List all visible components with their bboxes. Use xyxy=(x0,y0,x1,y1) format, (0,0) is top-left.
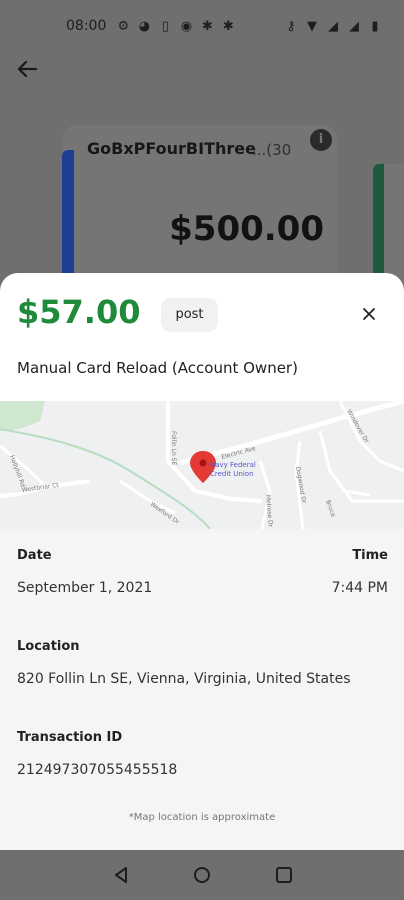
location-value: 820 Follin Ln SE, Vienna, Virginia, Unit… xyxy=(17,671,351,687)
status-icons-right: ⚷ ▼ ◢ ◢ ▮ xyxy=(284,19,382,33)
transaction-id-label: Transaction ID xyxy=(17,730,123,745)
battery-icon: ▮ xyxy=(371,18,379,34)
map-place-label-1: Navy Federal xyxy=(210,461,256,469)
transaction-sheet: $57.00 post Manual Card Reload (Account … xyxy=(0,273,404,850)
status-time: 08:00 xyxy=(66,18,107,34)
sim-icon: ▯ xyxy=(161,18,169,34)
info-icon[interactable]: i xyxy=(310,129,332,151)
recents-nav-icon[interactable] xyxy=(273,864,295,886)
transaction-description: Manual Card Reload (Account Owner) xyxy=(17,359,298,377)
date-value: September 1, 2021 xyxy=(17,580,153,596)
location-label: Location xyxy=(17,639,80,654)
close-icon[interactable] xyxy=(358,303,380,325)
android-icon: ✱ xyxy=(201,18,213,34)
gear-icon: ⚙ xyxy=(117,18,130,34)
status-icons-left: ⚙ ◕ ▯ ◉ ✱ ✱ xyxy=(116,19,235,33)
transaction-id-value: 212497307055455518 xyxy=(17,762,178,778)
card-number-suffix: ...(30 xyxy=(252,141,292,159)
transaction-details: Date Time September 1, 2021 7:44 PM Loca… xyxy=(0,529,404,850)
time-value: 7:44 PM xyxy=(331,580,388,596)
card-name: GoBxPFourBIThree xyxy=(87,139,256,158)
date-label: Date xyxy=(17,548,52,563)
key-icon: ⚷ xyxy=(286,18,296,34)
app-icon: ◉ xyxy=(180,18,193,34)
transaction-amount: $57.00 xyxy=(17,293,141,331)
signal-icon: ◢ xyxy=(349,18,359,34)
location-map[interactable]: Navy Federal Credit Union Follin Ln SE E… xyxy=(0,401,404,529)
back-arrow-icon[interactable] xyxy=(14,56,40,82)
card-balance: $500.00 xyxy=(169,209,324,249)
navigation-bar xyxy=(0,850,404,900)
notification-icon: ◕ xyxy=(138,18,151,34)
back-nav-icon[interactable] xyxy=(110,864,132,886)
map-place-label-2: Credit Union xyxy=(210,470,254,478)
signal-icon: ◢ xyxy=(328,18,338,34)
wifi-icon: ▼ xyxy=(307,18,317,34)
status-badge: post xyxy=(161,298,218,332)
android-icon: ✱ xyxy=(222,18,234,34)
home-nav-icon[interactable] xyxy=(191,864,213,886)
time-label: Time xyxy=(352,548,388,563)
status-bar: 08:00 ⚙ ◕ ▯ ◉ ✱ ✱ ⚷ ▼ ◢ ◢ ▮ xyxy=(0,0,404,52)
map-footnote: *Map location is approximate xyxy=(128,812,276,823)
map-street-label: Follin Ln SE xyxy=(170,431,177,465)
background-card[interactable]: GoBxPFourBIThree ...(30 $500.00 xyxy=(62,125,338,295)
